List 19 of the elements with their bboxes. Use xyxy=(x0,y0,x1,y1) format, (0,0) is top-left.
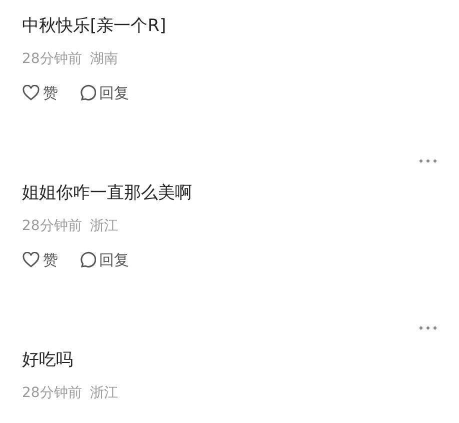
comment-text: 中秋快乐[亲一个R] xyxy=(22,14,166,36)
comment-location: 浙江 xyxy=(90,217,118,235)
more-icon[interactable] xyxy=(419,326,437,330)
heart-icon xyxy=(22,252,40,268)
speech-bubble-icon xyxy=(78,84,96,102)
reply-button[interactable]: 回复 xyxy=(78,250,129,270)
like-button[interactable]: 赞 xyxy=(22,84,58,102)
comment-text: 姐姐你咋一直那么美啊 xyxy=(22,182,192,204)
comment-text: 好吃吗 xyxy=(22,348,73,370)
comment-time: 28分钟前 xyxy=(22,384,82,402)
comment-location: 浙江 xyxy=(90,384,118,402)
reply-button[interactable]: 回复 xyxy=(78,84,129,102)
comment-time: 28分钟前 xyxy=(22,217,82,235)
comment-location: 湖南 xyxy=(90,50,118,68)
like-button[interactable]: 赞 xyxy=(22,250,58,270)
speech-bubble-icon xyxy=(78,251,96,269)
heart-icon xyxy=(22,85,40,101)
more-icon[interactable] xyxy=(419,159,437,163)
comment-time: 28分钟前 xyxy=(22,50,82,68)
